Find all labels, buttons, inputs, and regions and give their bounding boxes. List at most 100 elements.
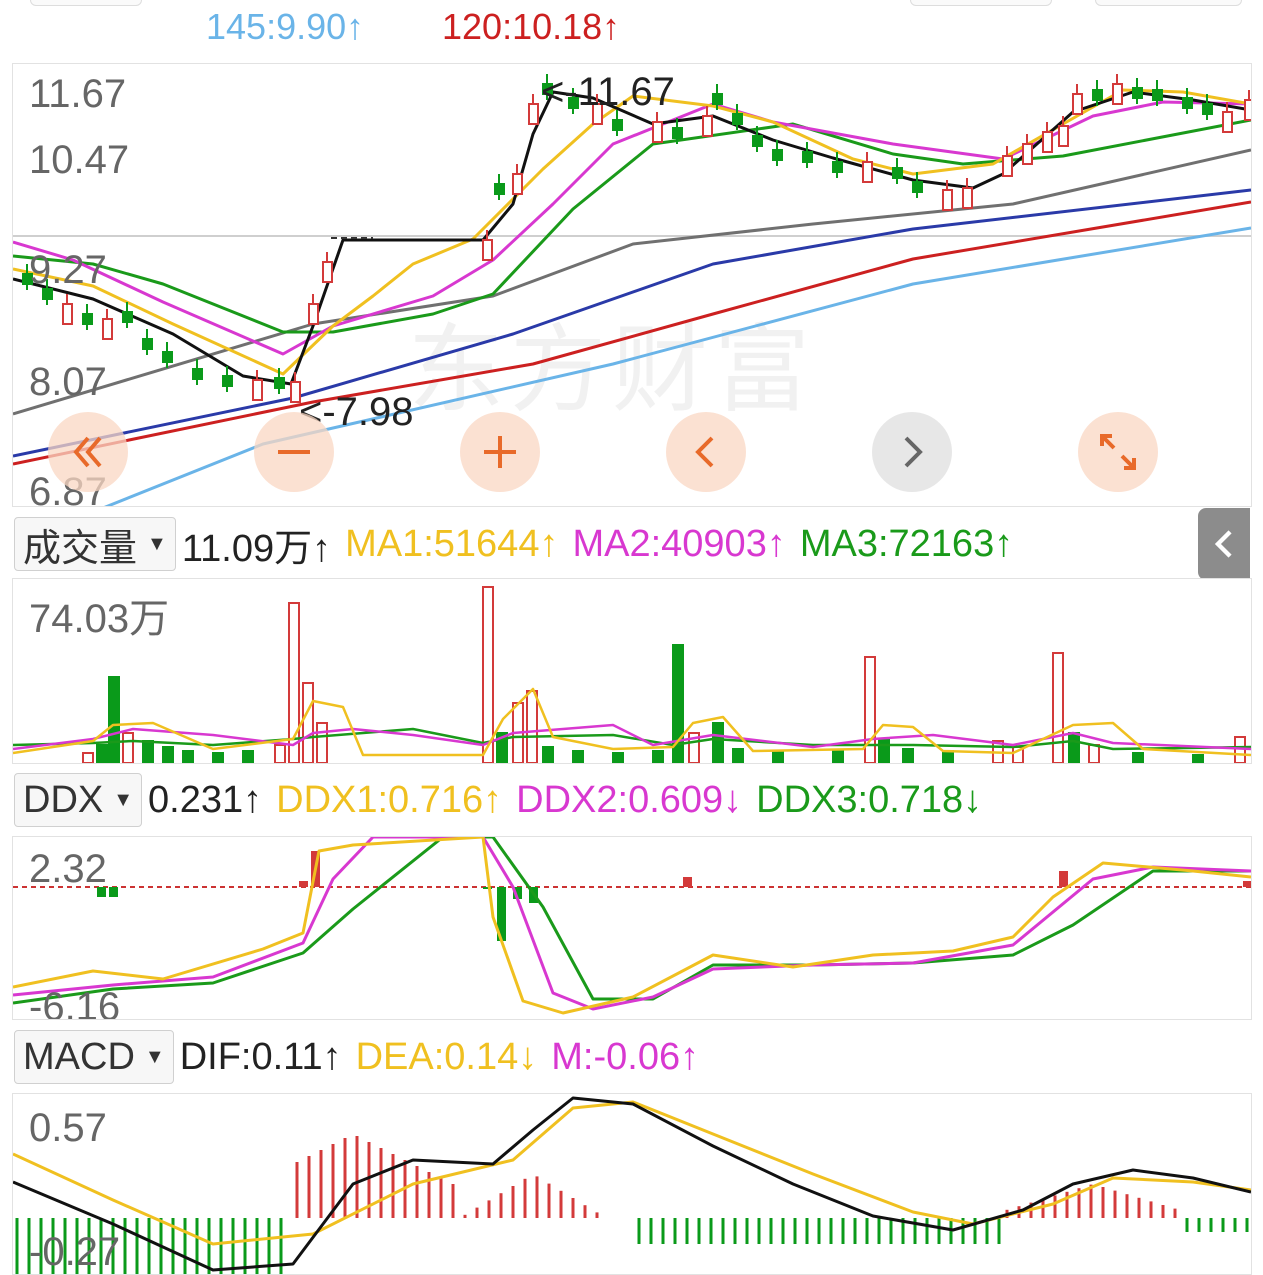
- volume-chart: [13, 586, 1251, 763]
- ma-line-skyblue: [103, 226, 1251, 506]
- candlestick: [892, 167, 903, 179]
- ddx-chart-panel[interactable]: 2.32 -6.16: [12, 836, 1252, 1020]
- top-tab-stub[interactable]: [30, 0, 142, 6]
- prev-icon: [695, 436, 714, 468]
- volume-bar: [652, 750, 664, 763]
- candlestick: [802, 151, 813, 163]
- macd-m: M:-0.06↑: [551, 1035, 700, 1078]
- fullscreen-button[interactable]: [1078, 412, 1158, 492]
- zoom-in-button[interactable]: [460, 412, 540, 492]
- volume-bar: [482, 586, 494, 763]
- macd-dif-line: [13, 1096, 1251, 1272]
- volume-bar: [96, 744, 108, 763]
- double-left-button[interactable]: [48, 412, 128, 492]
- ddx-bar: [109, 887, 118, 897]
- candlestick: [1042, 131, 1053, 153]
- volume-bar: [572, 750, 584, 763]
- candlestick: [252, 379, 263, 401]
- ma-line-green: [13, 118, 1251, 334]
- macd-dea-line: [13, 1100, 1251, 1246]
- volume-ma3-line: [13, 727, 1251, 751]
- candlestick: [912, 181, 923, 193]
- ddx-chart: [13, 837, 1251, 1015]
- price-axis-label: 8.07: [29, 360, 107, 404]
- candlestick: [222, 375, 233, 387]
- candlestick: [1202, 103, 1213, 115]
- candlestick: [702, 115, 713, 137]
- volume-bar: [902, 748, 914, 763]
- price-axis-label: 11.67: [29, 72, 127, 116]
- macd-header: MACD ▼ DIF:0.11↑ DEA:0.14↓ M:-0.06↑: [14, 1029, 713, 1085]
- candlestick: [1022, 143, 1033, 165]
- volume-chart-panel[interactable]: 74.03万: [12, 578, 1252, 764]
- volume-bar: [712, 722, 724, 763]
- macd-selector[interactable]: MACD ▼: [14, 1030, 174, 1084]
- price-axis-label: 9.27: [29, 248, 107, 292]
- ddx-selector[interactable]: DDX ▼: [14, 773, 143, 827]
- candlestick: [192, 368, 203, 380]
- price-axis-label: 10.47: [29, 138, 130, 182]
- volume-bar: [832, 750, 844, 763]
- volume-bar: [1132, 752, 1144, 763]
- zoom-out-icon: [278, 450, 310, 454]
- ddx-value: 0.231↑: [148, 778, 263, 821]
- candlestick: [322, 261, 333, 283]
- volume-bar: [162, 746, 174, 763]
- volume-bar: [732, 748, 744, 763]
- candlestick: [962, 187, 973, 209]
- volume-bar: [526, 690, 538, 763]
- volume-value: 11.09万↑: [181, 527, 332, 570]
- zoom-out-button[interactable]: [254, 412, 334, 492]
- ddx-axis-label: -6.16: [29, 985, 121, 1020]
- candlestick: [1092, 89, 1103, 101]
- chevron-down-icon: ▼: [147, 532, 167, 555]
- volume-bar: [542, 746, 554, 763]
- volume-bar: [864, 656, 876, 763]
- candlestick: [494, 183, 505, 195]
- volume-bar: [108, 676, 120, 763]
- top-tab-stub[interactable]: [910, 0, 1052, 6]
- candlestick: [772, 149, 783, 161]
- volume-ma1: MA1:51644↑: [345, 522, 559, 565]
- candlestick: [82, 313, 93, 325]
- high-marker: <-11.67: [541, 70, 675, 114]
- price-chart-panel[interactable]: 东方财富 11.67 10.47 9.27 8.07 6.87 <-11.67 …: [12, 63, 1252, 507]
- candlestick: [942, 189, 953, 211]
- zoom-in-icon: [484, 436, 516, 468]
- ddx-bar: [1243, 881, 1251, 887]
- side-collapse-button[interactable]: [1198, 508, 1250, 580]
- macd-axis-label: -0.27: [29, 1230, 121, 1274]
- candlestick: [142, 338, 153, 350]
- volume-bar: [182, 750, 194, 763]
- candlestick: [162, 351, 173, 363]
- candlestick: [482, 239, 493, 261]
- prev-button[interactable]: [666, 412, 746, 492]
- ddx-selector-label: DDX: [23, 778, 104, 821]
- ma120-label: 120:10.18↑: [442, 6, 621, 47]
- top-tab-stub[interactable]: [1095, 0, 1242, 6]
- next-icon: [904, 436, 923, 468]
- candlestick: [672, 127, 683, 139]
- volume-axis-label: 74.03万: [29, 597, 170, 641]
- volume-bar: [274, 744, 286, 763]
- volume-bar: [212, 752, 224, 763]
- macd-axis-label: 0.57: [29, 1106, 107, 1150]
- macd-chart-panel[interactable]: 0.57 -0.27: [12, 1093, 1252, 1275]
- chevron-left-icon: [1214, 530, 1232, 558]
- candlestick: [1002, 155, 1013, 177]
- candlestick: [862, 161, 873, 183]
- ddx3-value: DDX3:0.718↓: [756, 778, 983, 821]
- ddx2-value: DDX2:0.609↓: [516, 778, 743, 821]
- candlestick: [308, 303, 319, 325]
- volume-bar: [1192, 754, 1204, 763]
- volume-selector[interactable]: 成交量 ▼: [14, 517, 176, 571]
- candlestick: [1152, 89, 1163, 101]
- next-button[interactable]: [872, 412, 952, 492]
- candlestick: [1244, 99, 1251, 121]
- candlestick: [752, 135, 763, 147]
- volume-bar: [316, 722, 328, 763]
- candlestick: [652, 121, 663, 143]
- volume-bar: [942, 750, 954, 763]
- candlestick: [1132, 87, 1143, 99]
- volume-bar: [302, 682, 314, 763]
